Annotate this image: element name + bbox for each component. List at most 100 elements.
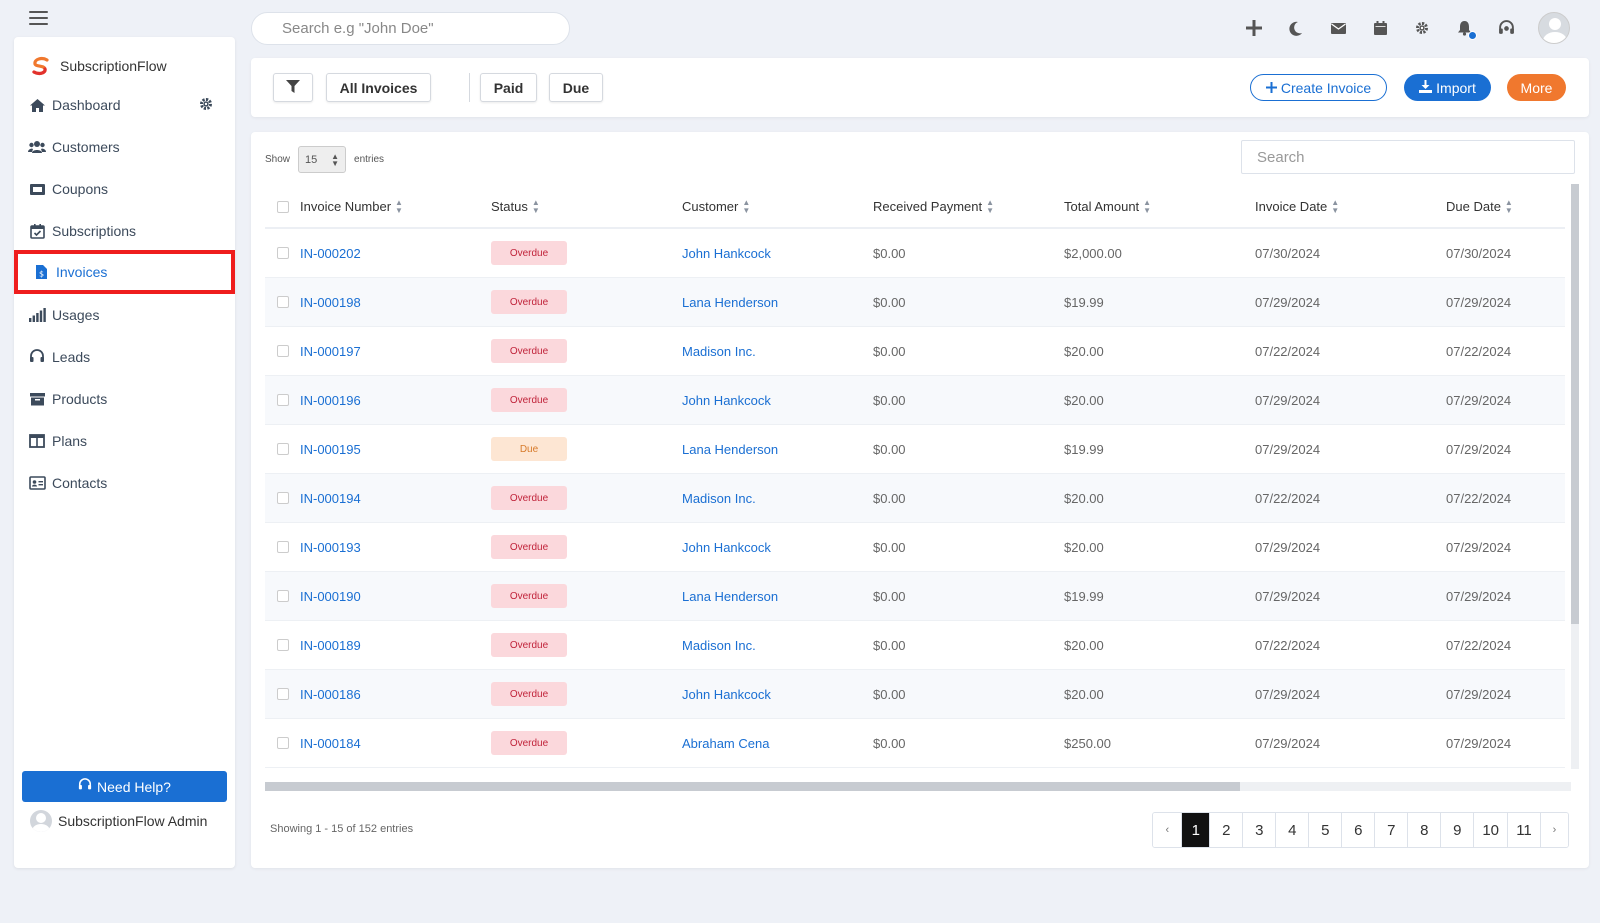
paid-filter-button[interactable]: Paid: [480, 73, 537, 102]
table-row[interactable]: IN-000198 Overdue Lana Henderson $0.00 $19.9…: [265, 278, 1565, 327]
column-header-due-date[interactable]: Due Date ▲ ▼: [1446, 199, 1565, 216]
invoice-number-link[interactable]: IN-000198: [300, 295, 361, 310]
pagination-page-7[interactable]: 7: [1374, 813, 1408, 847]
scrollbar-thumb[interactable]: [265, 782, 1240, 791]
select-all-checkbox[interactable]: [276, 201, 289, 213]
brand[interactable]: SubscriptionFlow: [30, 55, 167, 77]
row-checkbox[interactable]: [276, 737, 289, 749]
pagination-page-4[interactable]: 4: [1275, 813, 1309, 847]
row-checkbox[interactable]: [276, 590, 289, 602]
table-row[interactable]: IN-000193 Overdue John Hankcock $0.00 $20.00…: [265, 523, 1565, 572]
row-checkbox[interactable]: [276, 541, 289, 553]
invoice-number-link[interactable]: IN-000196: [300, 393, 361, 408]
headset-icon[interactable]: [1496, 18, 1516, 38]
all-invoices-button[interactable]: All Invoices: [326, 73, 431, 102]
invoice-number-link[interactable]: IN-000194: [300, 491, 361, 506]
pagination-page-8[interactable]: 8: [1407, 813, 1441, 847]
column-header-status[interactable]: Status ▲ ▼: [491, 199, 682, 216]
table-search-input[interactable]: Search: [1241, 140, 1575, 174]
pagination-page-6[interactable]: 6: [1341, 813, 1375, 847]
entries-select[interactable]: 15 ▲ ▼: [298, 146, 347, 173]
sidebar-item-dashboard[interactable]: Dashboard: [28, 90, 221, 120]
column-header-received-payment[interactable]: Received Payment ▲ ▼: [873, 199, 1064, 216]
column-header-invoice-date[interactable]: Invoice Date ▲ ▼: [1255, 199, 1446, 216]
invoice-number-link[interactable]: IN-000184: [300, 736, 361, 751]
pagination-page-10[interactable]: 10: [1473, 813, 1507, 847]
pagination-page-9[interactable]: 9: [1440, 813, 1474, 847]
user-avatar[interactable]: [1538, 12, 1570, 44]
invoice-number-link[interactable]: IN-000186: [300, 687, 361, 702]
sidebar-item-usages[interactable]: Usages: [28, 300, 221, 330]
customer-link[interactable]: Lana Henderson: [682, 589, 778, 604]
row-checkbox[interactable]: [276, 247, 289, 259]
invoice-number-link[interactable]: IN-000197: [300, 344, 361, 359]
due-filter-button[interactable]: Due: [549, 73, 603, 102]
mail-icon[interactable]: [1328, 18, 1348, 38]
row-checkbox[interactable]: [276, 394, 289, 406]
invoice-number-link[interactable]: IN-000202: [300, 246, 361, 261]
calendar-icon[interactable]: [1370, 18, 1390, 38]
need-help-button[interactable]: Need Help?: [22, 771, 227, 802]
customer-link[interactable]: Lana Henderson: [682, 295, 778, 310]
column-header-invoice-number[interactable]: Invoice Number ▲ ▼: [300, 199, 491, 216]
scrollbar-thumb[interactable]: [1571, 184, 1579, 624]
row-checkbox[interactable]: [276, 492, 289, 504]
table-row[interactable]: IN-000190 Overdue Lana Henderson $0.00 $19.9…: [265, 572, 1565, 621]
invoice-number-link[interactable]: IN-000195: [300, 442, 361, 457]
pagination-next-button[interactable]: ›: [1540, 813, 1568, 847]
customer-link[interactable]: Lana Henderson: [682, 442, 778, 457]
customer-link[interactable]: John Hankcock: [682, 246, 771, 261]
filter-button[interactable]: [273, 73, 313, 102]
gear-icon[interactable]: [199, 97, 213, 114]
row-checkbox[interactable]: [276, 345, 289, 357]
invoice-number-link[interactable]: IN-000189: [300, 638, 361, 653]
customer-link[interactable]: John Hankcock: [682, 393, 771, 408]
table-row[interactable]: IN-000196 Overdue John Hankcock $0.00 $20.00…: [265, 376, 1565, 425]
admin-profile[interactable]: SubscriptionFlow Admin: [30, 810, 207, 832]
customer-link[interactable]: Madison Inc.: [682, 344, 756, 359]
vertical-scrollbar[interactable]: [1571, 184, 1579, 769]
horizontal-scrollbar[interactable]: [265, 782, 1571, 791]
table-row[interactable]: IN-000184 Overdue Abraham Cena $0.00 $250.00…: [265, 719, 1565, 768]
table-row[interactable]: IN-000197 Overdue Madison Inc. $0.00 $20.00 0…: [265, 327, 1565, 376]
pagination-prev-button[interactable]: ‹: [1153, 813, 1182, 847]
pagination-page-1[interactable]: 1: [1181, 813, 1210, 847]
customer-link[interactable]: Madison Inc.: [682, 638, 756, 653]
invoice-number-link[interactable]: IN-000193: [300, 540, 361, 555]
bell-icon[interactable]: [1454, 18, 1477, 40]
import-button[interactable]: Import: [1404, 74, 1491, 101]
sidebar-item-plans[interactable]: Plans: [28, 426, 221, 456]
pagination-page-11[interactable]: 11: [1507, 813, 1540, 847]
sidebar-item-customers[interactable]: Customers: [28, 132, 221, 162]
column-header-customer[interactable]: Customer ▲ ▼: [682, 199, 873, 216]
sidebar-item-subscriptions[interactable]: Subscriptions: [28, 216, 221, 246]
table-row[interactable]: IN-000195 Due Lana Henderson $0.00 $19.99 07/…: [265, 425, 1565, 474]
sidebar-item-contacts[interactable]: Contacts: [28, 468, 221, 498]
sidebar-item-products[interactable]: Products: [28, 384, 221, 414]
customer-link[interactable]: Madison Inc.: [682, 491, 756, 506]
moon-icon[interactable]: [1286, 18, 1306, 38]
table-row[interactable]: IN-000186 Overdue John Hankcock $0.00 $20.00…: [265, 670, 1565, 719]
pagination-page-5[interactable]: 5: [1308, 813, 1342, 847]
sidebar-item-leads[interactable]: Leads: [28, 342, 221, 372]
table-row[interactable]: IN-000202 Overdue John Hankcock $0.00 $2,000…: [265, 229, 1565, 278]
gear-icon[interactable]: [1412, 18, 1432, 38]
customer-link[interactable]: John Hankcock: [682, 540, 771, 555]
pagination-page-2[interactable]: 2: [1209, 813, 1243, 847]
column-header-total-amount[interactable]: Total Amount ▲ ▼: [1064, 199, 1255, 216]
sidebar-item-coupons[interactable]: Coupons: [28, 174, 221, 204]
table-row[interactable]: IN-000189 Overdue Madison Inc. $0.00 $20.00 0…: [265, 621, 1565, 670]
row-checkbox[interactable]: [276, 639, 289, 651]
hamburger-menu-icon[interactable]: [29, 11, 48, 25]
row-checkbox[interactable]: [276, 443, 289, 455]
customer-link[interactable]: John Hankcock: [682, 687, 771, 702]
pagination-page-3[interactable]: 3: [1242, 813, 1276, 847]
global-search-input[interactable]: Search e.g "John Doe": [251, 12, 570, 45]
customer-link[interactable]: Abraham Cena: [682, 736, 769, 751]
row-checkbox[interactable]: [276, 296, 289, 308]
more-button[interactable]: More: [1507, 74, 1566, 101]
table-row[interactable]: IN-000194 Overdue Madison Inc. $0.00 $20.00 0…: [265, 474, 1565, 523]
create-invoice-button[interactable]: Create Invoice: [1250, 74, 1387, 101]
plus-icon[interactable]: [1244, 18, 1264, 38]
invoice-number-link[interactable]: IN-000190: [300, 589, 361, 604]
